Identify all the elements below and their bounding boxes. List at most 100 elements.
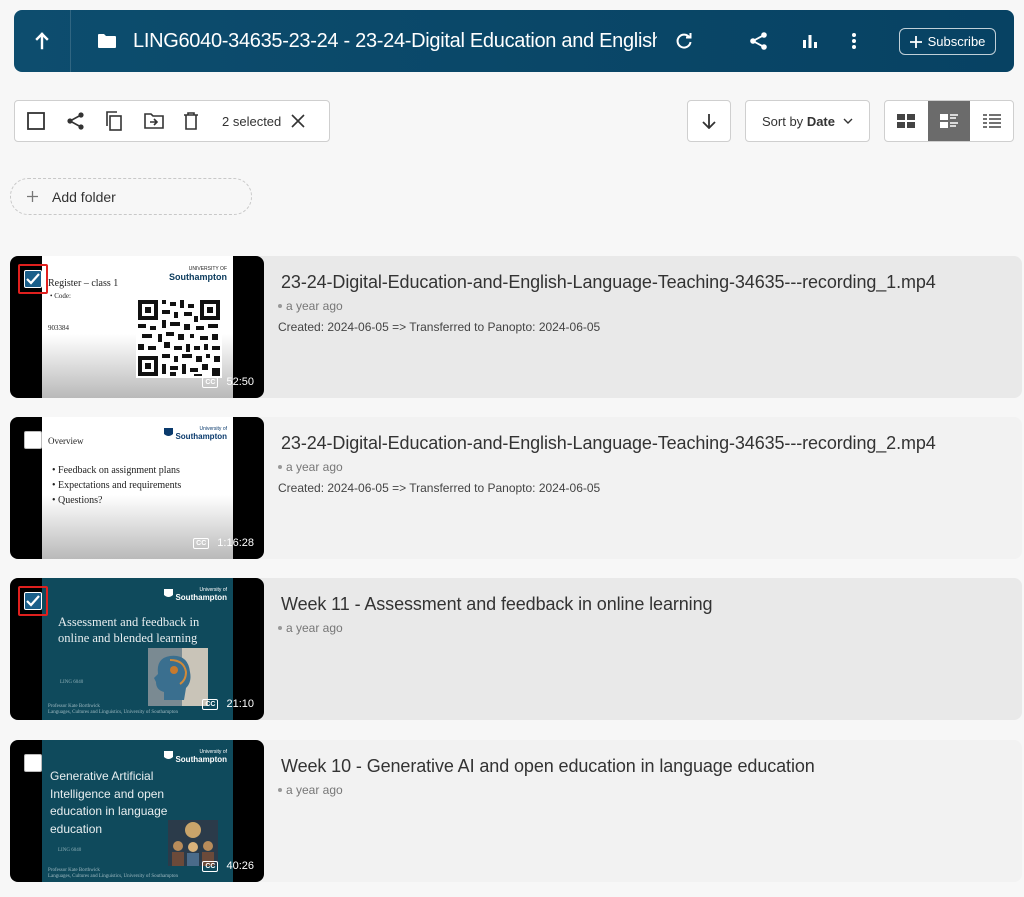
duration: 1:16:28 bbox=[217, 537, 254, 549]
parent-folder-button[interactable] bbox=[14, 10, 71, 72]
duration-overlay: CC 1:16:28 bbox=[193, 537, 254, 549]
university-logo: University of Southampton bbox=[164, 748, 227, 764]
select-checkbox[interactable] bbox=[24, 754, 42, 772]
session-thumbnail[interactable]: University of Southampton Assessment and … bbox=[10, 578, 264, 720]
move-button[interactable] bbox=[144, 101, 183, 141]
subscribe-button[interactable]: Subscribe bbox=[899, 28, 996, 55]
sort-by-dropdown[interactable]: Sort by Date bbox=[745, 100, 870, 142]
bullet-dot bbox=[278, 304, 282, 308]
session-card[interactable]: University of Southampton Generative Arti… bbox=[10, 740, 1022, 882]
grid-icon bbox=[897, 114, 916, 128]
slide-bullet: • Feedback on assignment plans bbox=[52, 465, 180, 476]
closed-captions-icon: CC bbox=[202, 698, 219, 710]
view-list-button[interactable] bbox=[970, 101, 1013, 141]
session-title[interactable]: Week 10 - Generative AI and open educati… bbox=[281, 756, 815, 777]
select-all-button[interactable] bbox=[27, 101, 66, 141]
session-age: a year ago bbox=[278, 783, 343, 797]
add-folder-label: Add folder bbox=[52, 188, 116, 205]
share-icon bbox=[67, 112, 84, 130]
arrow-down-icon bbox=[702, 114, 716, 129]
bullet-dot bbox=[278, 465, 282, 469]
slide-code: 903384 bbox=[48, 324, 69, 332]
view-mode-group bbox=[884, 100, 1014, 142]
slide-heading: Assessment and feedback in online and bl… bbox=[58, 615, 200, 645]
session-title[interactable]: 23-24-Digital-Education-and-English-Lang… bbox=[281, 433, 936, 454]
refresh-icon bbox=[676, 33, 692, 49]
folder-icon bbox=[97, 33, 117, 49]
session-age: a year ago bbox=[278, 299, 343, 313]
chevron-down-icon bbox=[843, 118, 853, 124]
slide-bullets: • Feedback on assignment plans • Expecta… bbox=[52, 463, 181, 508]
bar-chart-icon bbox=[803, 35, 817, 48]
session-description: Created: 2024-06-05 => Transferred to Pa… bbox=[278, 481, 601, 495]
university-crest-icon bbox=[164, 751, 174, 759]
folder-title: LING6040-34635-23-24 - 23-24-Digital Edu… bbox=[133, 29, 657, 52]
slide-heading: Register – class 1 bbox=[48, 278, 119, 289]
bullet-dot bbox=[278, 788, 282, 792]
move-to-folder-icon bbox=[144, 113, 164, 129]
ai-head-illustration bbox=[148, 648, 208, 706]
university-crest-icon bbox=[164, 428, 174, 436]
session-thumbnail[interactable]: University of Southampton Overview • Feed… bbox=[10, 417, 264, 559]
slide-bullet: • Expectations and requirements bbox=[52, 480, 182, 491]
session-card[interactable]: University of Southampton Assessment and … bbox=[10, 578, 1022, 720]
select-checkbox[interactable] bbox=[24, 431, 42, 449]
bullet-dot bbox=[278, 626, 282, 630]
university-logo: University of Southampton bbox=[164, 586, 227, 602]
selection-toolbar: 2 selected bbox=[14, 100, 330, 142]
selection-highlight bbox=[18, 586, 48, 616]
duration-overlay: CC 52:50 bbox=[202, 376, 254, 388]
slide-heading: Overview bbox=[48, 436, 84, 446]
session-card[interactable]: UNIVERSITY OF Southampton Register – clas… bbox=[10, 256, 1022, 398]
university-logo: University of Southampton bbox=[164, 425, 227, 441]
session-age: a year ago bbox=[278, 621, 343, 635]
subscribe-label: Subscribe bbox=[927, 34, 986, 49]
trash-icon bbox=[184, 112, 198, 130]
more-vertical-icon bbox=[852, 33, 856, 49]
session-thumbnail[interactable]: UNIVERSITY OF Southampton Register – clas… bbox=[10, 256, 264, 398]
copy-button[interactable] bbox=[105, 101, 144, 141]
checkbox-icon bbox=[27, 112, 45, 130]
closed-captions-icon: CC bbox=[193, 537, 210, 549]
duration-overlay: CC 21:10 bbox=[202, 698, 254, 710]
plus-icon bbox=[27, 191, 38, 202]
slide-footer: Professor Kate Borthwick Languages, Cultu… bbox=[48, 868, 178, 879]
duration: 40:26 bbox=[226, 860, 254, 872]
closed-captions-icon: CC bbox=[202, 860, 219, 872]
list-icon bbox=[982, 114, 1001, 128]
slide-course: LING 6040 bbox=[58, 848, 82, 853]
arrow-up-icon bbox=[35, 32, 49, 50]
refresh-button[interactable] bbox=[675, 32, 693, 50]
detail-list-icon bbox=[940, 114, 958, 128]
duration-overlay: CC 40:26 bbox=[202, 860, 254, 872]
session-title[interactable]: 23-24-Digital-Education-and-English-Lang… bbox=[281, 272, 936, 293]
view-detail-button[interactable] bbox=[927, 101, 971, 141]
view-grid-button[interactable] bbox=[885, 101, 928, 141]
session-card[interactable]: University of Southampton Overview • Feed… bbox=[10, 417, 1022, 559]
clear-selection-button[interactable] bbox=[291, 114, 305, 128]
plus-icon bbox=[909, 35, 922, 48]
slide-course: LING 6040 bbox=[60, 680, 84, 685]
session-age: a year ago bbox=[278, 460, 343, 474]
qr-code bbox=[136, 298, 222, 378]
session-title[interactable]: Week 11 - Assessment and feedback in onl… bbox=[281, 594, 713, 615]
delete-button[interactable] bbox=[183, 101, 222, 141]
share-folder-button[interactable] bbox=[749, 31, 769, 51]
university-crest-icon bbox=[164, 589, 174, 597]
close-icon bbox=[291, 114, 305, 128]
university-logo: UNIVERSITY OF Southampton bbox=[169, 266, 227, 282]
more-options-button[interactable] bbox=[851, 32, 857, 50]
selection-highlight bbox=[18, 264, 48, 294]
duration: 21:10 bbox=[226, 698, 254, 710]
session-thumbnail[interactable]: University of Southampton Generative Arti… bbox=[10, 740, 264, 882]
stats-button[interactable] bbox=[801, 32, 819, 50]
add-folder-button[interactable]: Add folder bbox=[10, 178, 252, 215]
duration: 52:50 bbox=[226, 376, 254, 388]
slide-bullet: • Code: bbox=[50, 292, 71, 300]
share-selected-button[interactable] bbox=[66, 101, 105, 141]
share-icon bbox=[750, 32, 767, 50]
sort-label: Sort by Date bbox=[762, 113, 835, 129]
sort-direction-button[interactable] bbox=[687, 100, 731, 142]
copy-icon bbox=[106, 111, 122, 131]
slide-bullet: • Questions? bbox=[52, 495, 103, 506]
